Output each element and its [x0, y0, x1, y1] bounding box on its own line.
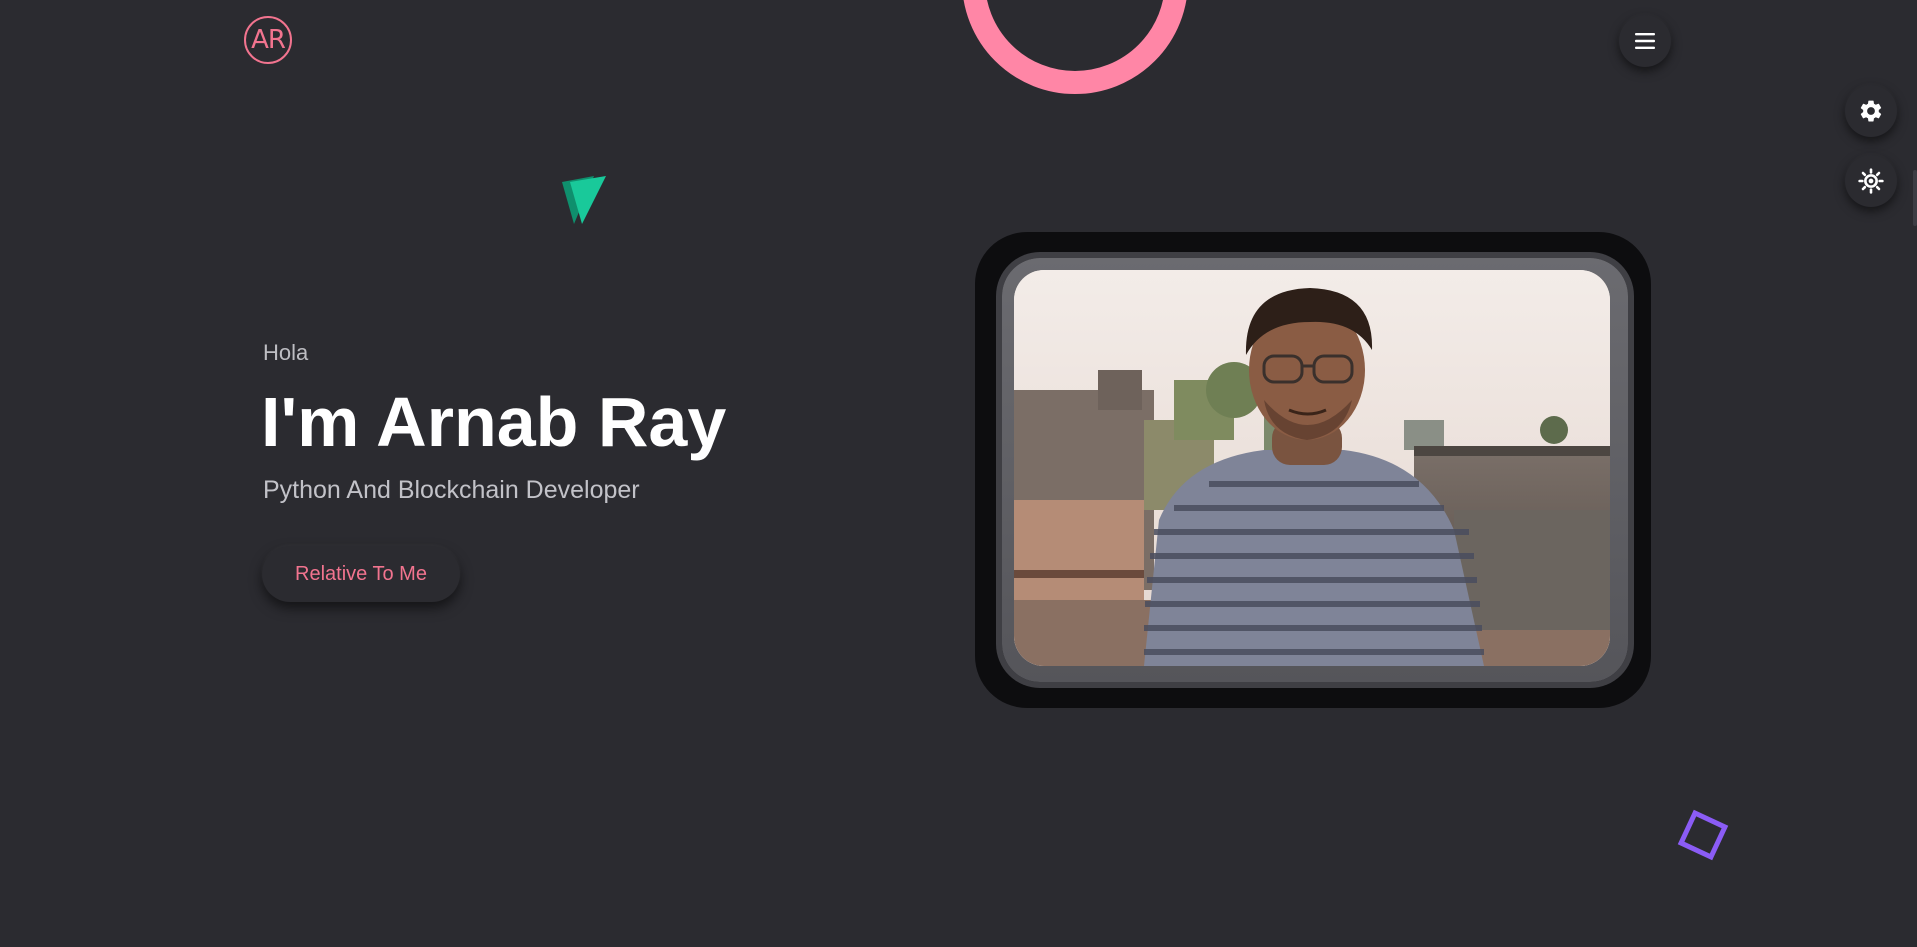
theme-toggle-button[interactable]: [1845, 155, 1897, 207]
sun-icon: [1858, 168, 1884, 194]
menu-button[interactable]: [1619, 15, 1671, 67]
scrollbar-thumb[interactable]: [1913, 170, 1917, 226]
profile-photo-bezel: [1002, 258, 1628, 682]
hero-role: Python And Blockchain Developer: [263, 476, 640, 504]
page: AR Hola I'm Arnab Ray Python And Blockch…: [0, 0, 1917, 947]
profile-photo: [1014, 270, 1610, 666]
hero-greeting: Hola: [263, 340, 309, 365]
logo-text: AR: [251, 25, 286, 55]
decorative-ring: [962, 0, 1188, 94]
profile-photo-frame: [975, 232, 1651, 708]
hamburger-menu-icon: [1635, 33, 1655, 49]
relative-to-me-button[interactable]: Relative To Me: [262, 546, 460, 602]
profile-photo-illustration: [1014, 270, 1610, 666]
hero-name-heading: I'm Arnab Ray: [261, 383, 727, 461]
settings-button[interactable]: [1845, 85, 1897, 137]
decorative-triangle: [562, 176, 606, 224]
gear-icon: [1860, 100, 1882, 122]
site-logo[interactable]: AR: [244, 16, 292, 64]
decorative-square: [1677, 809, 1729, 861]
